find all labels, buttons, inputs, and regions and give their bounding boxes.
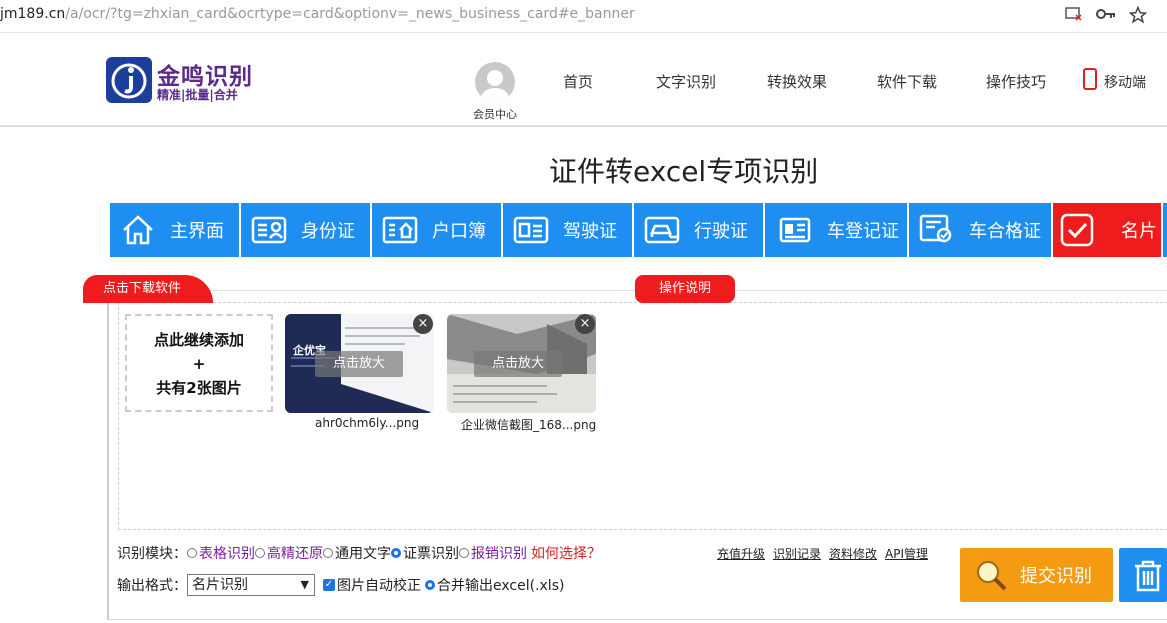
avatar[interactable] xyxy=(475,62,515,102)
thumbnail-image[interactable]: 企优宝 点击放大 × xyxy=(285,314,434,413)
nav-tips[interactable]: 操作技巧 xyxy=(986,71,1046,92)
chevron-down-icon: ▼ xyxy=(300,578,309,591)
radio-general-text[interactable] xyxy=(323,548,333,558)
zoom-button[interactable]: 点击放大 xyxy=(474,351,562,377)
tab-label: 行驶证 xyxy=(694,221,748,242)
clear-button[interactable] xyxy=(1119,548,1167,602)
history-link[interactable]: 识别记录 xyxy=(773,545,821,562)
id-card-icon xyxy=(251,215,287,245)
close-icon[interactable]: × xyxy=(575,314,595,334)
submit-label: 提交识别 xyxy=(1020,566,1092,587)
tab-label: 车登记证 xyxy=(827,221,899,242)
upload-drop-area[interactable] xyxy=(118,302,1167,530)
merge-output-radio[interactable] xyxy=(425,580,435,590)
add-plus: + xyxy=(192,355,206,373)
download-software-tag[interactable]: 点击下载软件 xyxy=(83,275,213,303)
api-link[interactable]: API管理 xyxy=(885,545,928,562)
tab-certificate[interactable]: 车合格证 xyxy=(909,203,1051,257)
submit-button[interactable]: 提交识别 xyxy=(960,548,1113,602)
certificate-icon xyxy=(919,214,955,246)
nav-home[interactable]: 首页 xyxy=(563,71,593,92)
tab-id-card[interactable]: 身份证 xyxy=(241,203,370,257)
star-icon[interactable] xyxy=(1128,5,1148,26)
thumbnail-filename: ahr0chm6ly...png xyxy=(315,416,420,430)
tab-driver-license[interactable]: 驾驶证 xyxy=(503,203,632,257)
nav-conversion-effect[interactable]: 转换效果 xyxy=(767,71,827,92)
instructions-tag[interactable]: 操作说明 xyxy=(635,275,735,303)
key-icon[interactable] xyxy=(1096,6,1116,26)
radio-high-precision[interactable] xyxy=(255,548,265,558)
recharge-link[interactable]: 充值升级 xyxy=(717,545,765,562)
tab-label: 身份证 xyxy=(301,221,355,242)
address-bar[interactable]: jm189.cn/a/ocr/?tg=zhxian_card&ocrtype=c… xyxy=(0,0,1167,33)
home-icon xyxy=(120,212,156,248)
member-center-link[interactable]: 会员中心 xyxy=(465,106,525,122)
tab-business-card[interactable]: 名片 xyxy=(1053,203,1161,257)
tab-registration[interactable]: 车登记证 xyxy=(765,203,907,257)
tab-label: 车合格证 xyxy=(969,221,1041,242)
module-table-label[interactable]: 表格识别 xyxy=(199,543,255,563)
logo-icon[interactable] xyxy=(106,57,152,103)
add-line-1: 点此继续添加 xyxy=(153,331,244,349)
nav-mobile[interactable]: 移动端 xyxy=(1104,72,1146,92)
check-icon xyxy=(1059,212,1095,248)
module-reimbursement-label[interactable]: 报销识别 xyxy=(471,543,527,563)
nav-text-recognition[interactable]: 文字识别 xyxy=(656,71,716,92)
zoom-button[interactable]: 点击放大 xyxy=(315,351,403,377)
tab-label: 名片 xyxy=(1121,221,1157,242)
thumbnail-filename: 企业微信截图_168...png xyxy=(461,418,597,432)
radio-reimbursement[interactable] xyxy=(459,548,469,558)
tab-label: 驾驶证 xyxy=(563,221,617,242)
module-certificate-label[interactable]: 证票识别 xyxy=(403,543,459,563)
add-count: 共有2张图片 xyxy=(156,379,242,397)
tab-label: 主界面 xyxy=(170,221,224,242)
module-general-text-label[interactable]: 通用文字 xyxy=(335,543,391,563)
module-options: 识别模块： 表格识别 高精还原 通用文字 证票识别 报销识别 如何选择？ xyxy=(117,543,601,563)
nav-software-download[interactable]: 软件下载 xyxy=(877,71,937,92)
tab-close-icon[interactable] xyxy=(1064,6,1084,26)
format-options: 输出格式： 名片识别 ▼ ✓ 图片自动校正 合并输出excel(.xls) xyxy=(117,574,564,596)
household-icon xyxy=(382,215,418,245)
tab-household[interactable]: 户口簿 xyxy=(372,203,501,257)
tab-label: 户口簿 xyxy=(432,221,486,242)
merge-output-label[interactable]: 合并输出excel(.xls) xyxy=(437,575,564,595)
page-title: 证件转excel专项识别 xyxy=(549,155,819,188)
format-select[interactable]: 名片识别 ▼ xyxy=(187,574,315,596)
add-image-button[interactable]: 点此继续添加 + 共有2张图片 xyxy=(125,314,273,412)
mobile-phone-icon[interactable] xyxy=(1083,68,1097,90)
logo-tagline: 精准|批量|合并 xyxy=(157,88,238,102)
close-icon[interactable]: × xyxy=(413,314,433,334)
module-label: 识别模块： xyxy=(117,546,187,562)
how-to-choose-link[interactable]: 如何选择？ xyxy=(531,543,601,563)
vehicle-license-icon xyxy=(644,215,680,245)
url-text[interactable]: jm189.cn/a/ocr/?tg=zhxian_card&ocrtype=c… xyxy=(0,6,635,22)
profile-link[interactable]: 资料修改 xyxy=(829,545,877,562)
registration-icon xyxy=(779,216,811,244)
radio-certificate[interactable] xyxy=(391,548,401,558)
auto-correct-label[interactable]: 图片自动校正 xyxy=(337,575,421,595)
tab-overflow xyxy=(1163,203,1167,257)
auto-correct-checkbox[interactable]: ✓ xyxy=(323,579,335,591)
tab-main[interactable]: 主界面 xyxy=(110,203,239,257)
module-high-precision-label[interactable]: 高精还原 xyxy=(267,543,323,563)
radio-table[interactable] xyxy=(187,548,197,558)
search-icon xyxy=(974,558,1008,592)
driver-license-icon xyxy=(513,215,549,245)
format-label: 输出格式： xyxy=(117,578,187,594)
trash-icon xyxy=(1131,560,1165,596)
thumbnail-image[interactable]: 点击放大 × xyxy=(447,314,596,413)
tab-vehicle-license[interactable]: 行驶证 xyxy=(634,203,763,257)
